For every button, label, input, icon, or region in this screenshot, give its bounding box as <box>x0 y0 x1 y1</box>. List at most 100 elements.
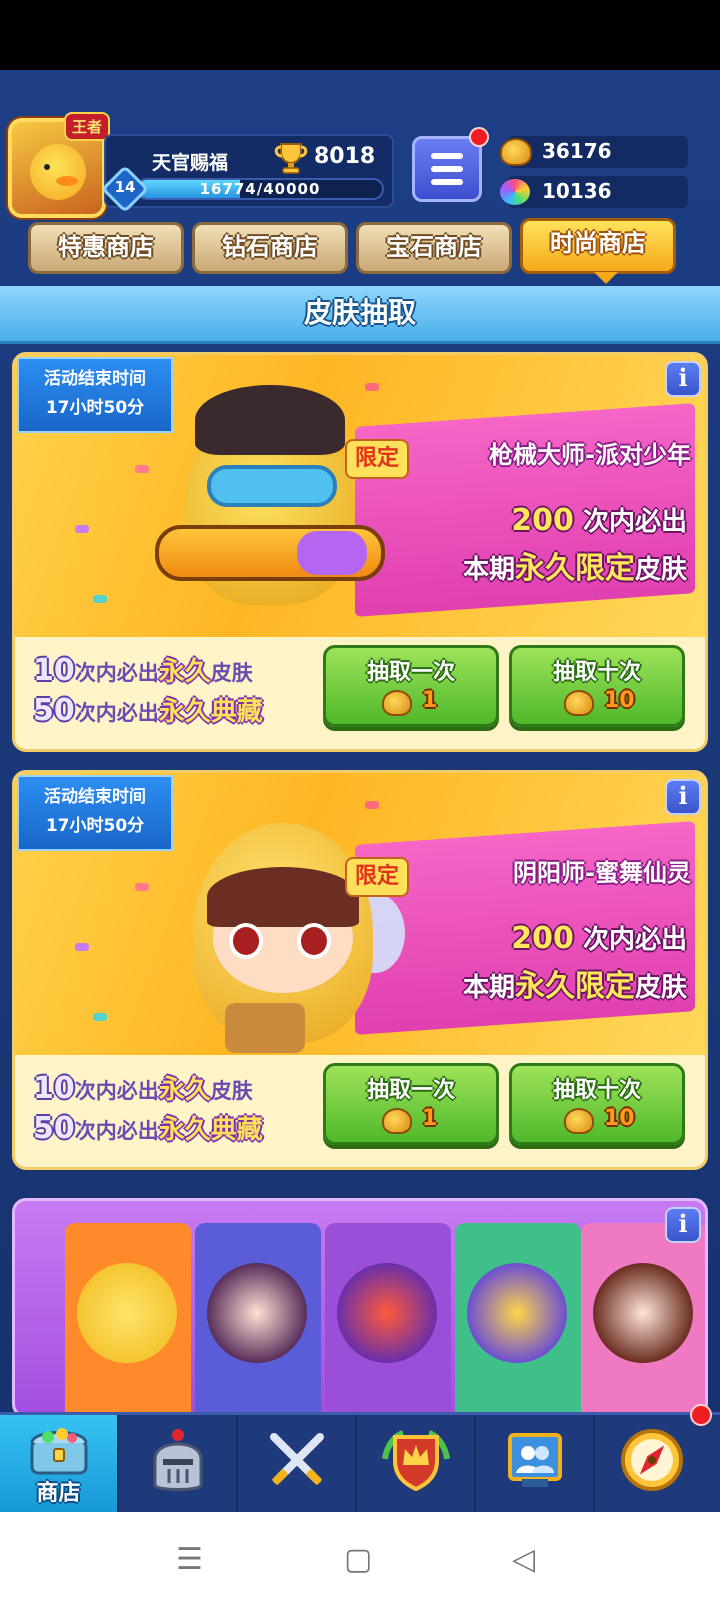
reward-text: 次内必出 <box>74 661 159 685</box>
home-icon[interactable]: ▢ <box>344 1542 372 1577</box>
reward-line-50: 50次内必出永久典藏 <box>33 1109 263 1146</box>
mask-token-icon <box>564 1108 594 1134</box>
nav-shop[interactable]: 商店 <box>0 1415 119 1515</box>
hero-card <box>65 1223 191 1412</box>
guarantee-count: 200 <box>511 921 574 956</box>
rainbow-gem-icon <box>500 179 530 205</box>
info-button[interactable]: i <box>665 779 701 815</box>
draw-ten-button[interactable]: 抽取十次 10 <box>509 645 685 727</box>
info-button[interactable]: i <box>665 361 701 397</box>
confetti-icon <box>135 465 149 473</box>
reward-count: 50 <box>33 1111 75 1146</box>
recent-apps-icon[interactable]: ☰ <box>176 1542 203 1577</box>
xp-progress-bar: 16774/40000 <box>136 178 384 200</box>
reward-count: 10 <box>33 653 75 688</box>
confetti-icon <box>365 383 379 391</box>
nav-social[interactable] <box>476 1415 595 1515</box>
guarantee-reward-line: 本期永久限定皮肤 <box>463 543 687 587</box>
confetti-icon <box>75 525 89 533</box>
reward-highlight: 永久典藏 <box>158 697 263 727</box>
draw-ten-button[interactable]: 抽取十次 10 <box>509 1063 685 1145</box>
back-icon[interactable]: ◁ <box>512 1542 535 1577</box>
guarantee-suffix: 皮肤 <box>634 555 687 585</box>
menu-line-icon <box>431 179 463 185</box>
hero-portrait-icon <box>337 1263 437 1363</box>
guarantee-line: 200 次内必出 <box>511 919 687 956</box>
nav-shop-label: 商店 <box>36 1481 81 1506</box>
gem-currency[interactable]: 10136 <box>500 176 688 208</box>
character-hair <box>207 867 359 927</box>
character-hair <box>195 385 345 455</box>
xp-progress-text: 16774/40000 <box>199 180 321 198</box>
guarantee-text: 次内必出 <box>582 507 687 537</box>
social-board-icon <box>508 1433 562 1487</box>
system-navigation-bar: ☰ ▢ ◁ <box>0 1512 720 1600</box>
crown-shield-icon <box>382 1430 450 1492</box>
event-timer: 活动结束时间 17小时50分 <box>17 775 173 851</box>
timer-label: 活动结束时间 <box>44 787 146 807</box>
hero-portrait-icon <box>467 1263 567 1363</box>
nav-ranking[interactable] <box>357 1415 476 1515</box>
nav-battle[interactable] <box>238 1415 357 1515</box>
mask-token-icon <box>382 690 412 716</box>
water-gun-icon <box>155 525 385 581</box>
tab-special-shop[interactable]: 特惠商店 <box>28 222 184 274</box>
mask-currency[interactable]: 36176 <box>500 136 688 168</box>
confetti-icon <box>93 1013 107 1021</box>
shop-screen: 王者 天官赐福 8018 16774/40000 14 36176 10136 … <box>0 70 720 1412</box>
reward-suffix: 皮肤 <box>210 661 253 685</box>
tab-diamond-shop[interactable]: 钻石商店 <box>192 222 348 274</box>
player-panel: 天官赐福 8018 16774/40000 14 <box>100 134 394 214</box>
reward-count: 50 <box>33 693 75 728</box>
guarantee-line: 200 次内必出 <box>511 501 687 538</box>
mask-token-icon <box>564 690 594 716</box>
reward-text: 次内必出 <box>74 1079 159 1103</box>
reward-text: 次内必出 <box>74 1119 159 1143</box>
draw-ten-label: 抽取十次 <box>552 660 641 685</box>
tab-fashion-shop[interactable]: 时尚商店 <box>520 218 676 274</box>
guarantee-highlight: 永久限定 <box>514 969 635 1004</box>
draw-once-button[interactable]: 抽取一次 1 <box>323 1063 499 1145</box>
duck-avatar-icon <box>30 144 86 200</box>
treasure-chest-icon <box>30 1428 88 1475</box>
skin-draw-banner[interactable]: 活动结束时间 17小时50分 i 限定 阴阳师-蜜舞仙灵 200 次内必出 本期… <box>12 770 708 1170</box>
trophy-count: 8018 <box>314 144 376 169</box>
timer-label: 活动结束时间 <box>44 369 146 389</box>
menu-button[interactable] <box>412 136 482 202</box>
nav-heroes[interactable] <box>119 1415 238 1515</box>
hero-card <box>581 1223 705 1412</box>
info-button[interactable]: i <box>665 1207 701 1243</box>
hero-portrait-icon <box>593 1263 693 1363</box>
draw-ten-cost: 10 <box>604 688 635 713</box>
hero-skin-banner[interactable]: i <box>12 1198 708 1412</box>
trophy-icon <box>274 143 308 174</box>
limited-tag: 限定 <box>344 439 409 479</box>
reward-highlight: 永久 <box>158 657 211 687</box>
skin-draw-banner[interactable]: 活动结束时间 17小时50分 i 限定 枪械大师-派对少年 200 次内必出 本… <box>12 352 708 752</box>
player-avatar[interactable]: 王者 <box>8 112 110 218</box>
confetti-icon <box>93 595 107 603</box>
reward-line-10: 10次内必出永久皮肤 <box>33 651 253 688</box>
confetti-icon <box>135 883 149 891</box>
tab-gem-shop[interactable]: 宝石商店 <box>356 222 512 274</box>
reward-text: 次内必出 <box>74 701 159 725</box>
gem-currency-value: 10136 <box>542 179 612 203</box>
hero-card <box>455 1223 581 1412</box>
compass-icon <box>621 1429 683 1491</box>
limited-tag: 限定 <box>344 857 409 897</box>
guarantee-reward-line: 本期永久限定皮肤 <box>463 961 687 1005</box>
flower-basket-icon <box>225 1003 305 1053</box>
draw-once-cost: 1 <box>422 688 438 713</box>
nav-explore[interactable] <box>595 1415 714 1515</box>
guarantee-prefix: 本期 <box>462 555 515 585</box>
status-bar <box>0 0 720 70</box>
hero-card <box>195 1223 321 1412</box>
player-name: 天官赐福 <box>152 152 229 174</box>
section-title: 皮肤抽取 <box>0 286 720 344</box>
draw-once-button[interactable]: 抽取一次 1 <box>323 645 499 727</box>
eye-icon <box>229 923 263 959</box>
mask-currency-value: 36176 <box>542 139 612 163</box>
avatar-rank-tag: 王者 <box>63 112 110 141</box>
draw-once-label: 抽取一次 <box>366 1078 455 1103</box>
menu-line-icon <box>431 153 463 159</box>
